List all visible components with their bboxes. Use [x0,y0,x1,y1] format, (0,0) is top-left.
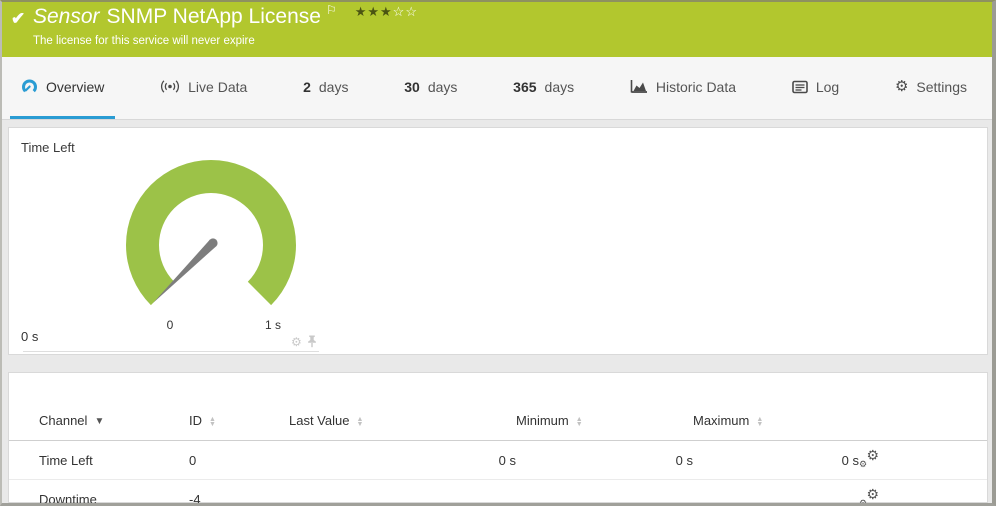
gauge-settings-gear-icon[interactable]: ⚙ [291,336,302,348]
column-header-maximum[interactable]: Maximum ▲ ▼ [693,373,859,441]
flag-icon[interactable]: ⚐ [326,3,337,17]
channel-id: -4 [189,479,289,503]
channel-name: Time Left [9,440,189,480]
channel-table-panel: Channel ▼ ID ▲ ▼ Last Value ▲ ▼ Minimum ▲ ▼ Max… [8,372,988,503]
sensor-title-line: Sensor SNMP NetApp License ⚐ ★★★☆☆ [33,3,418,29]
stars-filled: ★★★ [354,4,393,19]
tab-label: days [544,78,575,95]
channel-id: 0 [189,440,289,480]
time-left-gauge [126,159,296,306]
sensor-status-message: The license for this service will never … [33,35,255,47]
channel-minimum: 0 s [516,440,693,480]
channel-minimum [516,479,693,503]
header-label: Channel [39,413,88,428]
channel-table: Channel ▼ ID ▲ ▼ Last Value ▲ ▼ Minimum ▲ ▼ Max… [9,373,987,503]
tab-log[interactable]: Log [781,57,850,119]
tab-label: days [427,78,458,95]
column-header-actions [859,373,987,441]
gauge-min-label: 0 [166,318,174,332]
gauge-tools: ⚙ [291,335,317,348]
sort-icon: ▲ ▼ [756,415,764,428]
live-data-icon [160,79,180,94]
header-label: Last Value [289,413,350,428]
sort-icon: ▲ ▼ [209,415,216,428]
tab-label: Live Data [188,78,248,95]
tab-label: Log [815,78,840,95]
channel-maximum: 0 s [693,440,859,480]
object-kind-label: Sensor [33,5,100,28]
channel-name: Downtime [9,479,189,503]
sensor-header: ✔ Sensor SNMP NetApp License ⚐ ★★★☆☆ The li… [2,2,992,57]
pin-icon[interactable] [307,335,317,348]
tab-settings[interactable]: ⚙ Settings [884,57,978,119]
stars-empty: ☆☆ [392,4,418,19]
sort-desc-icon: ▼ [94,416,105,428]
column-header-minimum[interactable]: Minimum ▲ ▼ [516,373,693,441]
tab-number: 365 [513,78,537,95]
settings-gear-icon: ⚙ [894,78,909,95]
gauge-icon [21,78,38,95]
sort-icon: ▲ ▼ [356,415,364,428]
gauge-current-value: 0 s [21,329,39,344]
header-label: ID [189,413,202,428]
historic-data-icon [630,79,648,94]
tab-number: 30 [404,78,420,95]
channel-settings-gears-icon[interactable]: ⚙ ⚙ [859,448,879,469]
tab-bar: Overview Live Data 2 days 30 days 365 da… [2,57,992,120]
column-header-id[interactable]: ID ▲ ▼ [189,373,289,441]
column-header-last-value[interactable]: Last Value ▲ ▼ [289,373,516,441]
channel-last-value [289,479,516,503]
gauge-title: Time Left [21,140,75,155]
table-header-row: Channel ▼ ID ▲ ▼ Last Value ▲ ▼ Minimum ▲ ▼ Max… [9,373,987,441]
tab-label: Settings [916,78,967,95]
header-label: Maximum [693,413,750,428]
tab-365-days[interactable]: 365 days [502,57,585,119]
sensor-name: SNMP NetApp License [106,5,321,28]
log-icon [792,80,808,94]
priority-stars[interactable]: ★★★☆☆ [355,4,418,19]
sort-icon: ▲ ▼ [575,415,583,428]
sensor-window: ✔ Sensor SNMP NetApp License ⚐ ★★★☆☆ The li… [0,0,996,506]
tab-label: Historic Data [655,78,737,95]
tab-2-days[interactable]: 2 days [292,57,359,119]
channel-settings-gears-icon[interactable]: ⚙ ⚙ [859,487,879,503]
channel-maximum [693,479,859,503]
tab-overview[interactable]: Overview [10,57,116,119]
column-header-channel[interactable]: Channel ▼ [9,373,189,441]
status-ok-check-icon: ✔ [11,9,26,28]
tab-label: Overview [46,78,105,95]
gauge-module-divider [23,351,319,352]
tab-live-data[interactable]: Live Data [149,57,258,119]
tab-30-days[interactable]: 30 days [393,57,468,119]
channel-last-value: 0 s [289,440,516,480]
header-label: Minimum [516,413,569,428]
table-row-time-left: Time Left 0 0 s 0 s 0 s ⚙ ⚙ [9,440,987,480]
tab-historic-data[interactable]: Historic Data [619,57,747,119]
gauge-panel: Time Left 0 1 s 0 s ⚙ [8,127,988,355]
gauge-max-label: 1 s [264,318,281,332]
tab-label: days [318,78,349,95]
table-row-downtime: Downtime -4 ⚙ ⚙ [9,479,987,503]
tab-number: 2 [303,78,311,95]
